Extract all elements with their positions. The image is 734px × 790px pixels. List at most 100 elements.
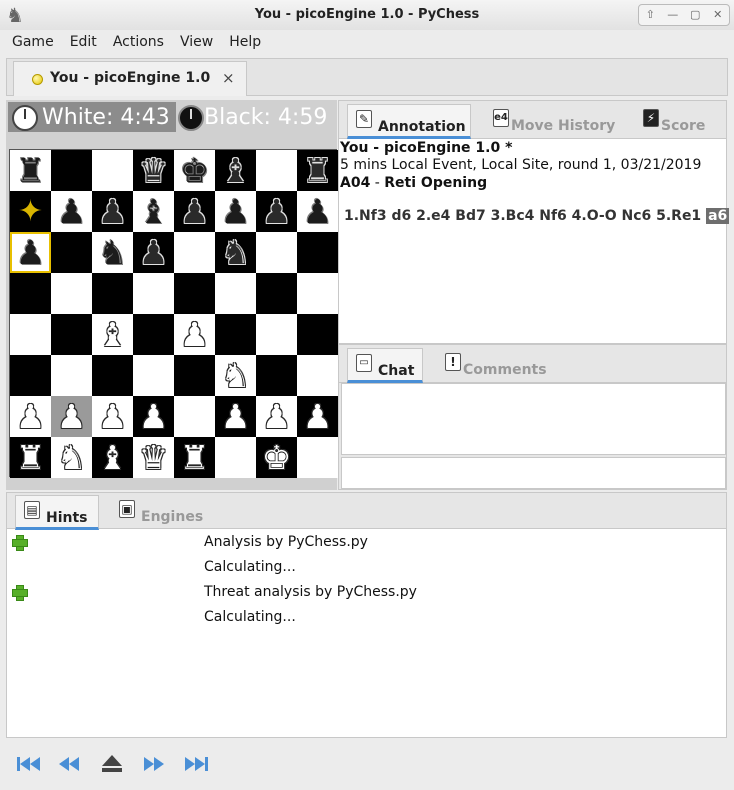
white-pawn-icon[interactable]: ♟ xyxy=(180,318,210,351)
square-h3[interactable] xyxy=(297,355,338,396)
square-d4[interactable] xyxy=(133,314,174,355)
white-pawn-icon[interactable]: ♟ xyxy=(16,400,46,433)
menu-help[interactable]: Help xyxy=(221,31,269,53)
square-f1[interactable] xyxy=(215,437,256,478)
square-a6[interactable]: ♟ xyxy=(10,232,51,273)
black-pawn-icon[interactable]: ♟ xyxy=(98,195,128,228)
square-e6[interactable] xyxy=(174,232,215,273)
square-c5[interactable] xyxy=(92,273,133,314)
last-move-button[interactable] xyxy=(181,752,211,776)
white-pawn-icon[interactable]: ♟ xyxy=(303,400,333,433)
square-b7[interactable]: ♟ xyxy=(51,191,92,232)
square-a2[interactable]: ♟ xyxy=(10,396,51,437)
game-tab[interactable]: You - picoEngine 1.0 × xyxy=(13,61,247,96)
hint-row[interactable]: Analysis by PyChess.py xyxy=(7,530,726,555)
white-queen-icon[interactable]: ♛ xyxy=(139,441,169,474)
square-d6[interactable]: ♟ xyxy=(133,232,174,273)
white-bishop-icon[interactable]: ♝ xyxy=(98,441,128,474)
square-a7[interactable]: ✦ xyxy=(10,191,51,232)
close-tab-icon[interactable]: × xyxy=(222,69,235,87)
eject-button[interactable] xyxy=(97,752,127,776)
black-pawn-icon[interactable]: ♟ xyxy=(139,236,169,269)
square-c1[interactable]: ♝ xyxy=(92,437,133,478)
square-a3[interactable] xyxy=(10,355,51,396)
tab-annotation[interactable]: ✎ Annotation xyxy=(347,104,471,139)
minimize-icon[interactable]: — xyxy=(664,6,682,24)
square-g8[interactable] xyxy=(256,150,297,191)
square-b8[interactable] xyxy=(51,150,92,191)
square-e2[interactable] xyxy=(174,396,215,437)
white-pawn-icon[interactable]: ♟ xyxy=(98,400,128,433)
close-icon[interactable]: ✕ xyxy=(709,6,727,24)
hint-row[interactable]: Threat analysis by PyChess.py xyxy=(7,580,726,605)
window-up-icon[interactable]: ⇧ xyxy=(641,6,659,24)
black-pawn-icon[interactable]: ♟ xyxy=(221,195,251,228)
chat-input[interactable] xyxy=(341,457,726,489)
square-g1[interactable]: ♚ xyxy=(256,437,297,478)
square-c6[interactable]: ♞ xyxy=(92,232,133,273)
square-d7[interactable]: ♝ xyxy=(133,191,174,232)
square-g7[interactable]: ♟ xyxy=(256,191,297,232)
square-e8[interactable]: ♚ xyxy=(174,150,215,191)
black-bishop-icon[interactable]: ♝ xyxy=(139,195,169,228)
square-a8[interactable]: ♜ xyxy=(10,150,51,191)
square-f3[interactable]: ♞ xyxy=(215,355,256,396)
square-h6[interactable] xyxy=(297,232,338,273)
square-e3[interactable] xyxy=(174,355,215,396)
square-f7[interactable]: ♟ xyxy=(215,191,256,232)
white-pawn-icon[interactable]: ♟ xyxy=(57,400,87,433)
square-b2[interactable]: ♟ xyxy=(51,396,92,437)
black-pawn-icon[interactable]: ♟ xyxy=(180,195,210,228)
square-a1[interactable]: ♜ xyxy=(10,437,51,478)
square-b1[interactable]: ♞ xyxy=(51,437,92,478)
maximize-icon[interactable]: ▢ xyxy=(686,6,704,24)
white-rook-icon[interactable]: ♜ xyxy=(16,441,46,474)
square-b6[interactable] xyxy=(51,232,92,273)
white-bishop-icon[interactable]: ♝ xyxy=(98,318,128,351)
square-b5[interactable] xyxy=(51,273,92,314)
square-g4[interactable] xyxy=(256,314,297,355)
black-bishop-icon[interactable]: ♝ xyxy=(221,154,251,187)
square-c3[interactable] xyxy=(92,355,133,396)
square-a4[interactable] xyxy=(10,314,51,355)
white-knight-icon[interactable]: ♞ xyxy=(57,441,87,474)
hint-row[interactable]: Calculating... xyxy=(7,605,726,630)
square-b4[interactable] xyxy=(51,314,92,355)
square-h8[interactable]: ♜ xyxy=(297,150,338,191)
previous-move-button[interactable] xyxy=(54,752,84,776)
square-c4[interactable]: ♝ xyxy=(92,314,133,355)
hint-row[interactable]: Calculating... xyxy=(7,555,726,580)
square-g6[interactable] xyxy=(256,232,297,273)
white-knight-icon[interactable]: ♞ xyxy=(221,359,251,392)
tab-move-history[interactable]: e4 Move History xyxy=(485,104,621,139)
square-d5[interactable] xyxy=(133,273,174,314)
chess-board[interactable]: ♜ ♛ ♚ ♝ ♜ ✦ ♟ ♟ ♝ ♟ ♟ ♟ ♟ ♟ ♞ ♟ ♞ ♝ ♟ ♞ ♟ ♟ ♟ ♟ ♟ ♟ ♟ ♜ ♞ ♝ ♛ ♜ ♚ xyxy=(9,149,338,478)
square-g3[interactable] xyxy=(256,355,297,396)
square-h4[interactable] xyxy=(297,314,338,355)
menu-edit[interactable]: Edit xyxy=(62,31,105,53)
square-d1[interactable]: ♛ xyxy=(133,437,174,478)
expand-plus-icon[interactable] xyxy=(12,585,28,601)
white-rook-icon[interactable]: ♜ xyxy=(180,441,210,474)
square-e5[interactable] xyxy=(174,273,215,314)
square-h2[interactable]: ♟ xyxy=(297,396,338,437)
square-b3[interactable] xyxy=(51,355,92,396)
white-pawn-icon[interactable]: ♟ xyxy=(262,400,292,433)
tab-hints[interactable]: ▤ Hints xyxy=(15,495,99,530)
square-d8[interactable]: ♛ xyxy=(133,150,174,191)
white-pawn-icon[interactable]: ♟ xyxy=(221,400,251,433)
square-f5[interactable] xyxy=(215,273,256,314)
black-queen-icon[interactable]: ♛ xyxy=(139,154,169,187)
square-e4[interactable]: ♟ xyxy=(174,314,215,355)
square-e7[interactable]: ♟ xyxy=(174,191,215,232)
tab-engines[interactable]: ▣ Engines xyxy=(111,495,211,530)
black-pawn-icon[interactable]: ♟ xyxy=(303,195,333,228)
square-c7[interactable]: ♟ xyxy=(92,191,133,232)
current-move[interactable]: a6 xyxy=(706,208,730,224)
black-knight-icon[interactable]: ♞ xyxy=(221,236,251,269)
menu-game[interactable]: Game xyxy=(4,31,62,53)
square-a5[interactable] xyxy=(10,273,51,314)
square-g2[interactable]: ♟ xyxy=(256,396,297,437)
black-pawn-icon[interactable]: ♟ xyxy=(57,195,87,228)
black-pawn-icon[interactable]: ♟ xyxy=(262,195,292,228)
